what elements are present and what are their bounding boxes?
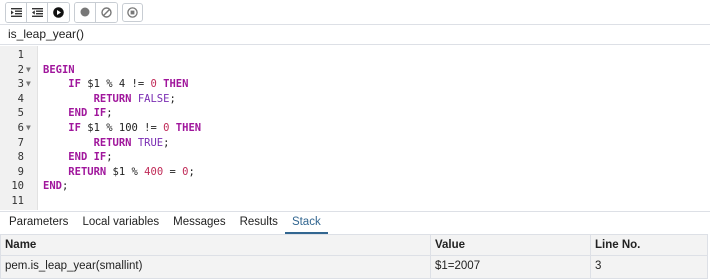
keyword: END — [43, 180, 62, 193]
tab-results[interactable]: Results — [233, 212, 285, 234]
code-line: 2 ▼ BEGIN — [0, 63, 710, 78]
code-text: END IF; — [43, 150, 113, 165]
number: 0 — [163, 122, 170, 134]
code-line: 7 RETURN TRUE; — [0, 136, 710, 151]
line-number[interactable]: 4 — [0, 92, 24, 107]
line-number[interactable]: 2 — [0, 63, 24, 78]
table-row[interactable]: pem.is_leap_year(smallint) $1=2007 3 — [1, 256, 707, 278]
stack-table: Name Value Line No. pem.is_leap_year(sma… — [0, 234, 708, 279]
step-over-button[interactable] — [27, 2, 48, 22]
cell-name[interactable]: pem.is_leap_year(smallint) — [1, 256, 431, 278]
code-line: 5 END IF; — [0, 106, 710, 121]
clear-breakpoints-button[interactable] — [96, 2, 117, 22]
keyword: RETURN — [93, 136, 132, 149]
results-tab-bar: Parameters Local variables Messages Resu… — [0, 211, 710, 234]
line-number[interactable]: 3 — [0, 77, 24, 92]
breakpoint-button-group — [74, 1, 118, 23]
keyword: IF — [68, 122, 81, 134]
number: 400 — [144, 165, 164, 178]
semicolon: ; — [61, 180, 69, 193]
clear-breakpoints-icon — [101, 6, 112, 18]
step-into-icon — [10, 7, 22, 17]
fold-marker[interactable]: ▼ — [26, 121, 31, 136]
keyword: END IF — [68, 107, 107, 120]
step-over-icon — [31, 7, 43, 17]
line-number[interactable]: 5 — [0, 106, 24, 121]
tab-stack[interactable]: Stack — [284, 212, 328, 234]
semicolon: ; — [188, 165, 195, 178]
code-text: IF $1 % 100 != 0 THEN — [43, 121, 201, 136]
keyword: THEN — [175, 122, 202, 134]
literal: FALSE — [137, 92, 170, 105]
line-number[interactable]: 1 — [0, 48, 24, 63]
code-line: 6 ▼ IF $1 % 100 != 0 THEN — [0, 121, 710, 136]
semicolon: ; — [106, 107, 113, 120]
line-number[interactable]: 7 — [0, 136, 24, 151]
column-header-value[interactable]: Value — [431, 235, 591, 255]
column-header-name[interactable]: Name — [1, 235, 431, 255]
literal: TRUE — [137, 136, 164, 149]
code-line: 9 RETURN $1 % 400 = 0; — [0, 165, 710, 180]
code-line: 1 — [0, 48, 710, 63]
code-text: END IF; — [43, 106, 113, 121]
code-line: 11 — [0, 194, 710, 209]
tab-local-variables[interactable]: Local variables — [75, 212, 166, 234]
continue-button[interactable] — [48, 2, 69, 22]
line-number[interactable]: 11 — [0, 194, 24, 209]
keyword: IF — [68, 78, 81, 91]
cell-value[interactable]: $1=2007 — [431, 256, 591, 278]
line-number[interactable]: 10 — [0, 179, 24, 194]
stop-icon — [127, 6, 138, 18]
code-line: 4 RETURN FALSE; — [0, 92, 710, 107]
fold-marker[interactable]: ▼ — [26, 63, 31, 78]
line-number[interactable]: 6 — [0, 121, 24, 136]
continue-icon — [53, 6, 64, 18]
tab-messages[interactable]: Messages — [166, 212, 232, 234]
toggle-breakpoint-icon — [80, 7, 90, 17]
keyword: END IF — [68, 151, 107, 164]
stop-button[interactable] — [122, 2, 143, 22]
debugger-toolbar — [0, 0, 710, 24]
code-line: 10 END; — [0, 179, 710, 194]
code-text: BEGIN — [43, 63, 75, 78]
fold-marker[interactable]: ▼ — [26, 77, 31, 92]
tab-parameters[interactable]: Parameters — [2, 212, 75, 234]
step-button-group — [5, 1, 70, 23]
keyword: RETURN — [68, 165, 107, 178]
keyword: RETURN — [93, 92, 132, 105]
toggle-breakpoint-button[interactable] — [75, 2, 96, 22]
code-text: RETURN FALSE; — [43, 92, 176, 107]
code-line: 3 ▼ IF $1 % 4 != 0 THEN — [0, 77, 710, 92]
function-title: is_leap_year() — [0, 24, 710, 45]
expression: $1 % 100 != — [80, 122, 164, 134]
step-into-button[interactable] — [6, 2, 27, 22]
table-header-row: Name Value Line No. — [1, 235, 707, 256]
cell-line-no[interactable]: 3 — [591, 256, 707, 278]
column-header-line-no[interactable]: Line No. — [591, 235, 707, 255]
code-editor[interactable]: 1 2 ▼ BEGIN 3 ▼ IF $1 % 4 != 0 THEN 4 RE… — [0, 46, 710, 210]
semicolon: ; — [169, 92, 176, 105]
line-number[interactable]: 9 — [0, 165, 24, 180]
expression: $1 % 4 != — [80, 78, 151, 91]
keyword: BEGIN — [43, 63, 75, 76]
line-number[interactable]: 8 — [0, 150, 24, 165]
code-text: RETURN TRUE; — [43, 136, 170, 151]
operator: = — [163, 165, 183, 178]
code-text: IF $1 % 4 != 0 THEN — [43, 77, 188, 92]
code-text: END; — [43, 179, 68, 194]
semicolon: ; — [106, 151, 113, 164]
code-text: RETURN $1 % 400 = 0; — [43, 165, 195, 180]
number: 0 — [150, 78, 157, 91]
code-line: 8 END IF; — [0, 150, 710, 165]
keyword: THEN — [163, 78, 189, 91]
expression: $1 % — [106, 165, 145, 178]
semicolon: ; — [163, 136, 170, 149]
